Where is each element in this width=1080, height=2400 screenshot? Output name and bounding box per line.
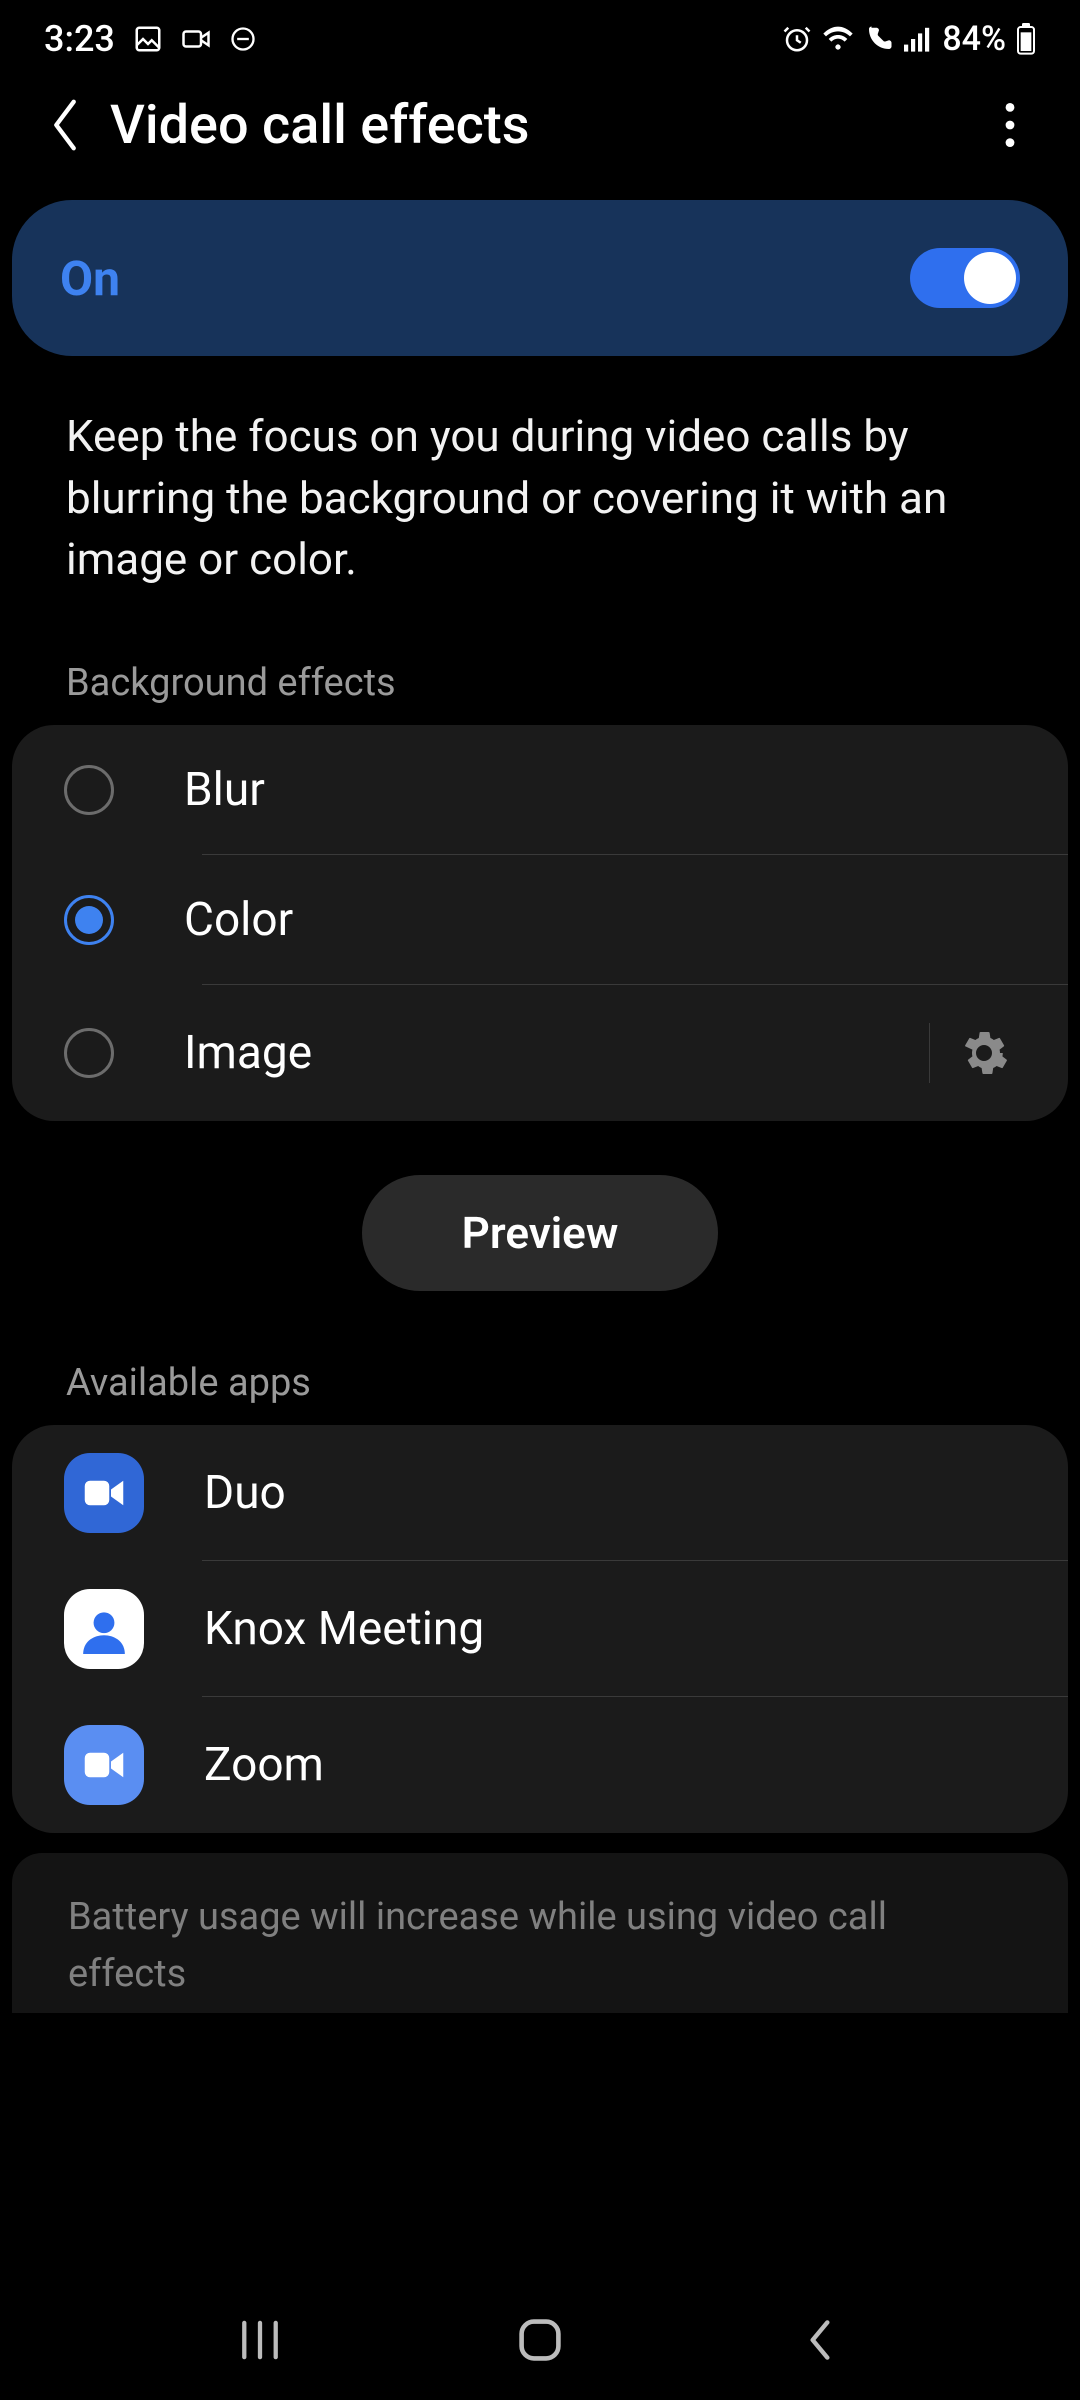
preview-button[interactable]: Preview (362, 1175, 719, 1291)
image-settings-button[interactable] (929, 1023, 1008, 1083)
status-time: 3:23 (44, 18, 115, 60)
effect-option-color[interactable]: Color (12, 855, 1068, 985)
app-label: Zoom (204, 1738, 324, 1792)
nav-bar (0, 2280, 1080, 2400)
master-switch[interactable] (910, 248, 1020, 308)
section-header-effects: Background effects (0, 631, 1080, 725)
nav-back-button[interactable] (780, 2300, 860, 2380)
master-toggle-card[interactable]: On (12, 200, 1068, 356)
page-title: Video call effects (110, 94, 530, 157)
app-label: Knox Meeting (204, 1602, 484, 1656)
chevron-left-icon (46, 96, 84, 154)
section-header-apps: Available apps (0, 1291, 1080, 1425)
more-vertical-icon (1005, 103, 1015, 147)
app-row-zoom[interactable]: Zoom (12, 1697, 1068, 1833)
more-options-button[interactable] (980, 95, 1040, 155)
zoom-app-icon (64, 1725, 144, 1805)
app-label: Duo (204, 1466, 286, 1520)
knox-app-icon (64, 1589, 144, 1669)
radio-unchecked-icon (64, 1028, 114, 1078)
status-bar: 3:23 84% (0, 0, 1080, 70)
status-right: 84% (782, 19, 1036, 59)
nav-recents-button[interactable] (220, 2300, 300, 2380)
apps-card: Duo Knox Meeting Zoom (12, 1425, 1068, 1833)
effect-option-image[interactable]: Image (12, 985, 1068, 1121)
footer-note: Battery usage will increase while using … (12, 1853, 1068, 2013)
effect-label: Blur (184, 763, 1016, 817)
home-icon (517, 2317, 563, 2363)
gear-icon (960, 1029, 1008, 1077)
wifi-icon (822, 25, 854, 53)
chevron-left-icon (804, 2318, 836, 2362)
video-icon (181, 26, 211, 52)
dnd-icon (229, 25, 257, 53)
status-left: 3:23 (44, 18, 257, 60)
effect-option-blur[interactable]: Blur (12, 725, 1068, 855)
signal-icon (904, 26, 932, 52)
radio-unchecked-icon (64, 765, 114, 815)
wifi-calling-icon (864, 24, 894, 54)
battery-icon (1016, 23, 1036, 55)
header: Video call effects (0, 70, 1080, 200)
app-row-knox[interactable]: Knox Meeting (12, 1561, 1068, 1697)
back-button[interactable] (30, 90, 100, 160)
status-battery-text: 84% (942, 19, 1006, 59)
preview-label: Preview (462, 1207, 619, 1259)
effects-card: Blur Color Image (12, 725, 1068, 1121)
effect-label: Color (184, 893, 1016, 947)
radio-checked-icon (64, 895, 114, 945)
recents-icon (238, 2320, 282, 2360)
app-row-duo[interactable]: Duo (12, 1425, 1068, 1561)
image-icon (133, 24, 163, 54)
nav-home-button[interactable] (500, 2300, 580, 2380)
duo-app-icon (64, 1453, 144, 1533)
description-text: Keep the focus on you during video calls… (0, 356, 1080, 631)
effect-label: Image (184, 1026, 929, 1080)
master-toggle-label: On (60, 250, 120, 307)
switch-thumb (964, 252, 1016, 304)
alarm-icon (782, 24, 812, 54)
